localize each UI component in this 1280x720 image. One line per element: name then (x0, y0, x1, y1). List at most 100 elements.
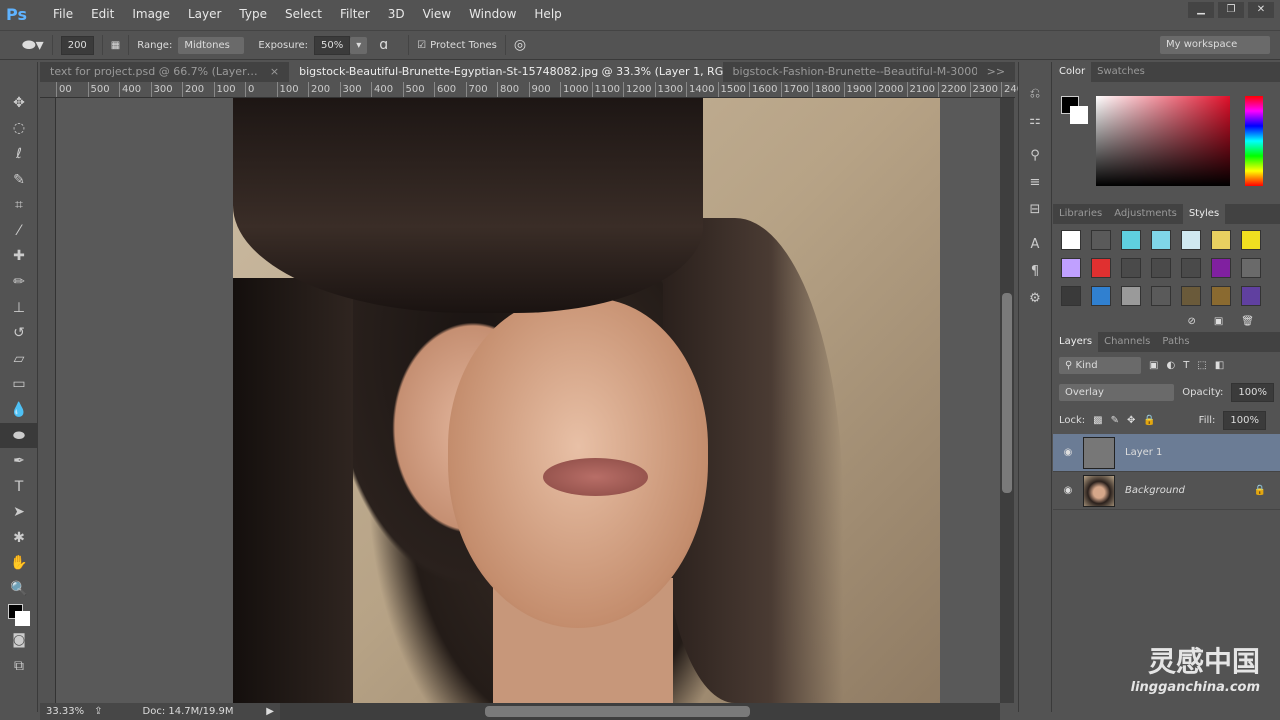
style-swatch[interactable] (1121, 286, 1141, 306)
brush-presets-icon[interactable]: ⚲ (1019, 142, 1051, 169)
minimize-icon[interactable]: ▁ (1188, 2, 1214, 18)
opacity-input[interactable]: 100% (1231, 382, 1274, 402)
share-icon[interactable]: ⇪ (94, 706, 102, 717)
horizontal-scrollbar[interactable] (280, 703, 1000, 720)
type-tool-icon[interactable]: T (0, 474, 38, 500)
workspace-select[interactable]: My workspace (1160, 36, 1270, 54)
healing-brush-tool-icon[interactable]: ✚ (0, 244, 38, 270)
brush-size-picker[interactable]: 200 (60, 35, 94, 55)
layer-name[interactable]: Layer 1 (1125, 447, 1162, 458)
menu-window[interactable]: Window (460, 7, 525, 21)
close-icon[interactable]: ✕ (1248, 2, 1274, 18)
tab-layers[interactable]: Layers (1053, 332, 1099, 352)
lock-pixels-icon[interactable]: ✎ (1111, 415, 1119, 426)
hand-tool-icon[interactable]: ✋ (0, 551, 38, 577)
style-swatch[interactable] (1091, 230, 1111, 250)
tab-fashion-brunette[interactable]: bigstock-Fashion-Brunette--Beautiful-M-3… (723, 62, 977, 82)
style-swatch[interactable] (1061, 286, 1081, 306)
filter-smart-object-icon[interactable]: ◧ (1215, 360, 1224, 371)
exposure-slider-toggle[interactable]: ▾ (350, 36, 368, 54)
style-swatch[interactable] (1091, 258, 1111, 278)
screen-mode-icon[interactable]: ⧉ (0, 653, 38, 679)
close-tab-icon[interactable]: × (270, 65, 279, 79)
style-swatch[interactable] (1061, 258, 1081, 278)
menu-layer[interactable]: Layer (179, 7, 230, 21)
filter-type-icon[interactable]: T (1183, 360, 1189, 371)
layer-name[interactable]: Background (1125, 485, 1185, 496)
tool-presets-icon[interactable]: ⚙ (1019, 285, 1051, 312)
airbrush-icon[interactable]: ɑ (379, 37, 388, 53)
tab-color[interactable]: Color (1053, 62, 1092, 82)
background-color-swatch[interactable] (1070, 106, 1088, 124)
tab-styles[interactable]: Styles (1182, 204, 1226, 224)
restore-icon[interactable]: ❐ (1218, 2, 1244, 18)
tab-paths[interactable]: Paths (1156, 332, 1195, 352)
brush-panel-icon[interactable]: ▦ (111, 40, 120, 51)
menu-filter[interactable]: Filter (331, 7, 379, 21)
brush-settings-icon[interactable]: ≡ (1019, 169, 1051, 196)
scroll-thumb[interactable] (1002, 293, 1012, 493)
eyedropper-tool-icon[interactable]: ⁄ (0, 218, 38, 244)
menu-3d[interactable]: 3D (379, 7, 414, 21)
paragraph-icon[interactable]: ¶ (1019, 258, 1051, 285)
menu-edit[interactable]: Edit (82, 7, 123, 21)
menu-file[interactable]: File (44, 7, 82, 21)
hue-slider[interactable] (1245, 96, 1263, 186)
delete-style-icon[interactable]: 🗑 (1241, 316, 1254, 327)
dodge-tool-preset-icon[interactable]: ⬬▾ (22, 35, 44, 55)
blend-mode-select[interactable]: Overlay (1059, 383, 1175, 401)
style-swatch[interactable] (1061, 230, 1081, 250)
filter-pixel-icon[interactable]: ▣ (1149, 360, 1158, 371)
exposure-input[interactable]: 50% (314, 35, 351, 55)
marquee-tool-icon[interactable]: ◌ (0, 116, 38, 142)
tab-brunette-egyptian[interactable]: bigstock-Beautiful-Brunette-Egyptian-St-… (289, 62, 723, 82)
lock-position-icon[interactable]: ✥ (1127, 415, 1135, 426)
foreground-background-colors[interactable] (0, 602, 38, 628)
canvas-area[interactable] (56, 98, 1000, 703)
tab-adjustments[interactable]: Adjustments (1108, 204, 1183, 224)
character-icon[interactable]: A (1019, 231, 1051, 258)
history-icon[interactable]: ⎌ (1019, 80, 1051, 107)
menu-image[interactable]: Image (123, 7, 179, 21)
style-swatch[interactable] (1211, 286, 1231, 306)
style-swatch[interactable] (1241, 230, 1261, 250)
clone-stamp-tool-icon[interactable]: ⊥ (0, 295, 38, 321)
quick-mask-icon[interactable]: ◙ (0, 627, 38, 653)
range-select[interactable]: Midtones (178, 36, 245, 54)
layer-row-layer-1[interactable]: ◉ Layer 1 (1053, 434, 1280, 472)
style-swatch[interactable] (1211, 230, 1231, 250)
status-menu-arrow-icon[interactable]: ▶ (266, 706, 274, 717)
move-tool-icon[interactable]: ✥ (0, 90, 38, 116)
style-swatch[interactable] (1091, 286, 1111, 306)
tabs-overflow-button[interactable]: >> (977, 62, 1015, 82)
tab-libraries[interactable]: Libraries (1053, 204, 1108, 224)
style-swatch[interactable] (1241, 258, 1261, 278)
clone-source-icon[interactable]: ⊟ (1019, 196, 1051, 223)
quick-selection-tool-icon[interactable]: ✎ (0, 167, 38, 193)
pressure-icon[interactable]: ◎ (514, 37, 526, 53)
layer-kind-filter[interactable]: ⚲ Kind (1059, 356, 1141, 374)
gradient-tool-icon[interactable]: ▭ (0, 372, 38, 398)
zoom-level[interactable]: 33.33% (46, 706, 84, 717)
brush-tool-icon[interactable]: ✏ (0, 269, 38, 295)
style-swatch[interactable] (1151, 230, 1171, 250)
filter-adjustment-icon[interactable]: ◐ (1166, 360, 1175, 371)
style-swatch[interactable] (1241, 286, 1261, 306)
scroll-thumb[interactable] (485, 706, 750, 717)
protect-tones-checkbox[interactable]: ☑ (417, 40, 426, 51)
properties-icon[interactable]: ⚏ (1019, 107, 1051, 134)
tab-text-for-project[interactable]: text for project.psd @ 66.7% (Layer 0, R… (40, 62, 289, 82)
filter-shape-icon[interactable]: ⬚ (1197, 360, 1206, 371)
vertical-scrollbar[interactable] (1000, 98, 1014, 703)
crop-tool-icon[interactable]: ⌗ (0, 192, 38, 218)
tab-swatches[interactable]: Swatches (1091, 62, 1151, 82)
history-brush-tool-icon[interactable]: ↺ (0, 320, 38, 346)
lock-transparent-icon[interactable]: ▩ (1093, 415, 1102, 426)
lock-all-icon[interactable]: 🔒 (1143, 415, 1155, 426)
menu-type[interactable]: Type (230, 7, 276, 21)
lasso-tool-icon[interactable]: ℓ (0, 141, 38, 167)
custom-shape-tool-icon[interactable]: ✱ (0, 525, 38, 551)
portrait-photo[interactable] (233, 98, 940, 703)
menu-view[interactable]: View (414, 7, 460, 21)
eraser-tool-icon[interactable]: ▱ (0, 346, 38, 372)
